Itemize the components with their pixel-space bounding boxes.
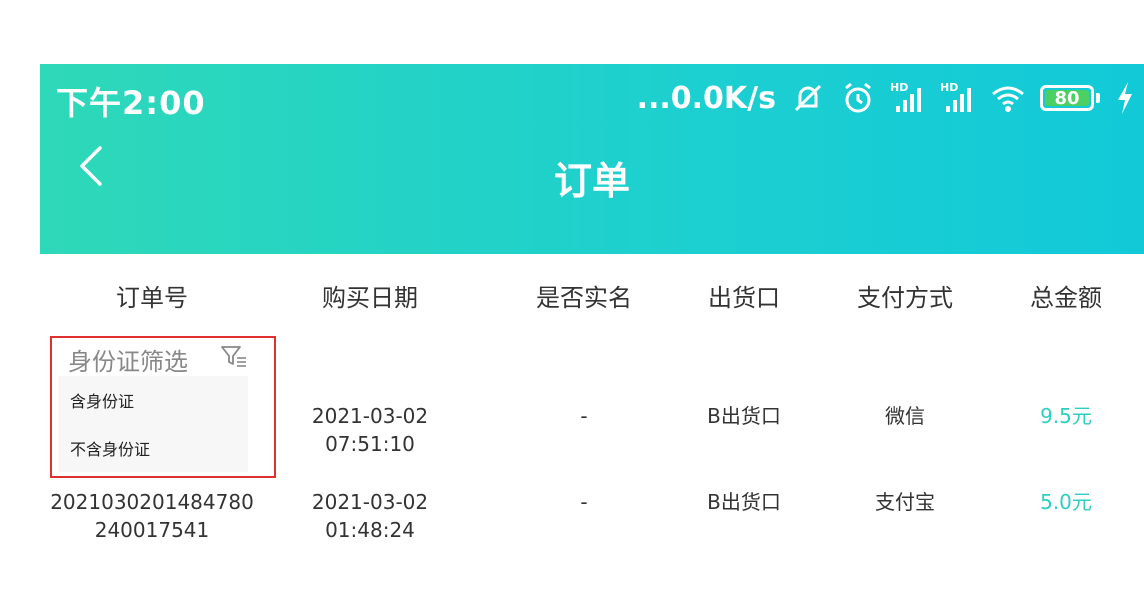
row-amount: 5.0元 xyxy=(1040,490,1092,514)
column-header-order-no: 订单号 xyxy=(116,284,188,312)
battery-indicator: 80 xyxy=(1040,85,1100,111)
charging-icon xyxy=(1118,82,1132,114)
row-realname: - xyxy=(580,404,588,428)
time-text: 07:51:10 xyxy=(325,432,415,456)
svg-text:HD: HD xyxy=(940,81,958,94)
column-header-amount: 总金额 xyxy=(1030,284,1102,312)
column-header-purchase-date: 购买日期 xyxy=(322,284,418,312)
order-no-line1: 2021030201484780 xyxy=(50,490,254,514)
order-no-line2: 240017541 xyxy=(94,518,210,542)
battery-level: 80 xyxy=(1045,88,1089,109)
row-date: 2021-03-02 07:51:10 xyxy=(312,402,428,458)
column-header-payment: 支付方式 xyxy=(857,284,953,312)
page-title: 订单 xyxy=(553,159,630,203)
filter-option-without-id[interactable]: 不含身份证 xyxy=(70,436,150,460)
id-filter-dropdown[interactable]: 身份证筛选 含身份证 不含身份证 xyxy=(50,336,276,478)
id-filter-options: 含身份证 不含身份证 xyxy=(58,376,248,472)
row-payment: 支付宝 xyxy=(875,490,935,514)
mute-bell-icon xyxy=(794,84,822,112)
row-order-no: 2021030201484780 240017541 xyxy=(50,488,254,544)
column-header-outlet: 出货口 xyxy=(708,284,780,312)
date-text: 2021-03-02 xyxy=(311,490,429,514)
network-speed: ...0.0K/s xyxy=(636,80,776,116)
hd-signal-icon: HD xyxy=(940,81,971,112)
row-realname: - xyxy=(580,490,588,514)
alarm-icon xyxy=(845,82,871,113)
app-header: 下午2:00 ...0.0K/s HD HD 80 订单 xyxy=(40,64,1144,254)
row-amount: 9.5元 xyxy=(1040,404,1092,428)
date-text: 2021-03-02 xyxy=(311,404,429,428)
time-text: 01:48:24 xyxy=(325,518,415,542)
row-outlet: B出货口 xyxy=(707,404,781,428)
filter-option-with-id[interactable]: 含身份证 xyxy=(70,388,134,412)
hd-signal-icon: HD xyxy=(890,81,921,112)
wifi-icon xyxy=(992,86,1024,112)
filter-icon[interactable] xyxy=(220,344,248,368)
svg-text:HD: HD xyxy=(890,81,908,94)
row-date: 2021-03-02 01:48:24 xyxy=(312,488,428,544)
id-filter-label[interactable]: 身份证筛选 xyxy=(68,342,188,377)
status-bar-icons: ...0.0K/s HD HD 80 xyxy=(637,78,1136,118)
row-outlet: B出货口 xyxy=(707,490,781,514)
status-time: 下午2:00 xyxy=(56,84,206,122)
column-header-realname: 是否实名 xyxy=(536,284,632,312)
row-payment: 微信 xyxy=(885,404,925,428)
